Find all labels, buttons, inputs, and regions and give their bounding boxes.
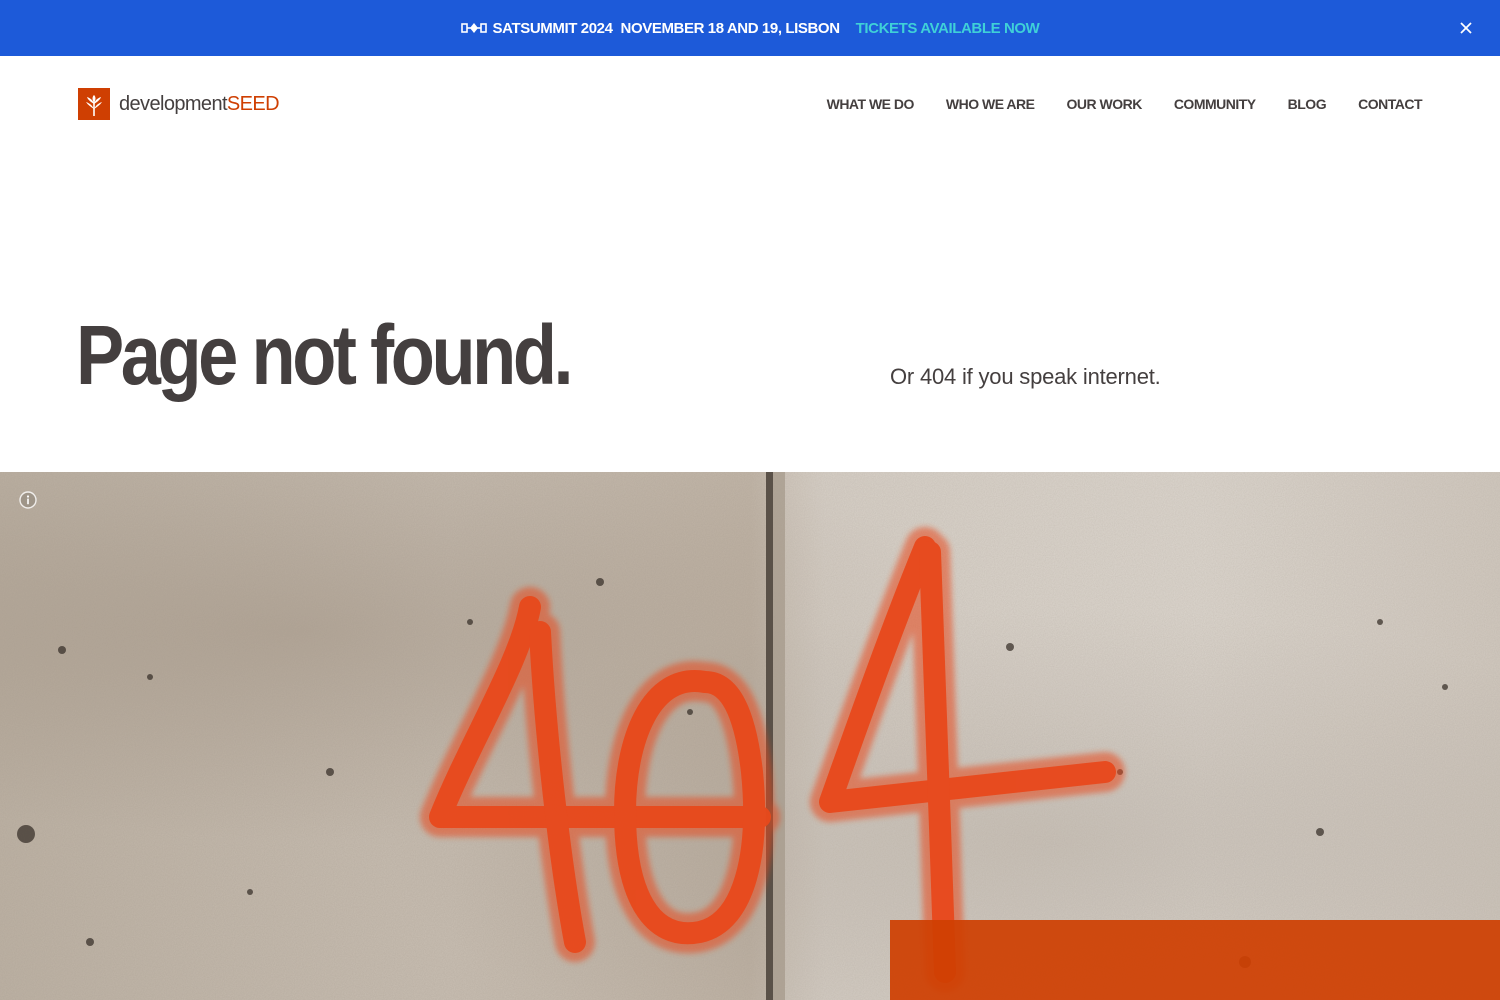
seed-logo-icon (78, 88, 110, 120)
info-icon[interactable] (18, 490, 38, 510)
nav-community[interactable]: COMMUNITY (1174, 96, 1256, 112)
page-subtitle: Or 404 if you speak internet. (890, 364, 1161, 389)
nav-who-we-are[interactable]: WHO WE ARE (946, 96, 1035, 112)
banner-event-title: SATSUMMIT 2024 (492, 19, 613, 37)
nav-contact[interactable]: CONTACT (1358, 96, 1422, 112)
site-logo[interactable]: developmentSEED (78, 88, 280, 120)
banner-event-date: NOVEMBER 18 AND 19, LISBON (620, 19, 840, 37)
banner-content: SATSUMMIT 2024 NOVEMBER 18 AND 19, LISBO… (0, 0, 1500, 56)
nav-what-we-do[interactable]: WHAT WE DO (827, 96, 915, 112)
satsummit-logo-icon (460, 21, 487, 35)
close-icon (1460, 22, 1472, 34)
logo-word-seed: SEED (226, 93, 280, 115)
close-banner-button[interactable] (1456, 18, 1476, 38)
orange-accent-block (890, 920, 1500, 1000)
logo-word-development: development (119, 93, 228, 115)
hero-image (0, 472, 1500, 1000)
nav-blog[interactable]: BLOG (1288, 96, 1327, 112)
nav-our-work[interactable]: OUR WORK (1066, 96, 1142, 112)
announcement-banner: SATSUMMIT 2024 NOVEMBER 18 AND 19, LISBO… (0, 0, 1500, 56)
page-title: Page not found. (76, 308, 574, 402)
logo-wordmark: developmentSEED (119, 93, 280, 115)
main-nav: WHAT WE DO WHO WE ARE OUR WORK COMMUNITY… (827, 92, 1423, 116)
tickets-link[interactable]: TICKETS AVAILABLE NOW (856, 20, 1040, 37)
